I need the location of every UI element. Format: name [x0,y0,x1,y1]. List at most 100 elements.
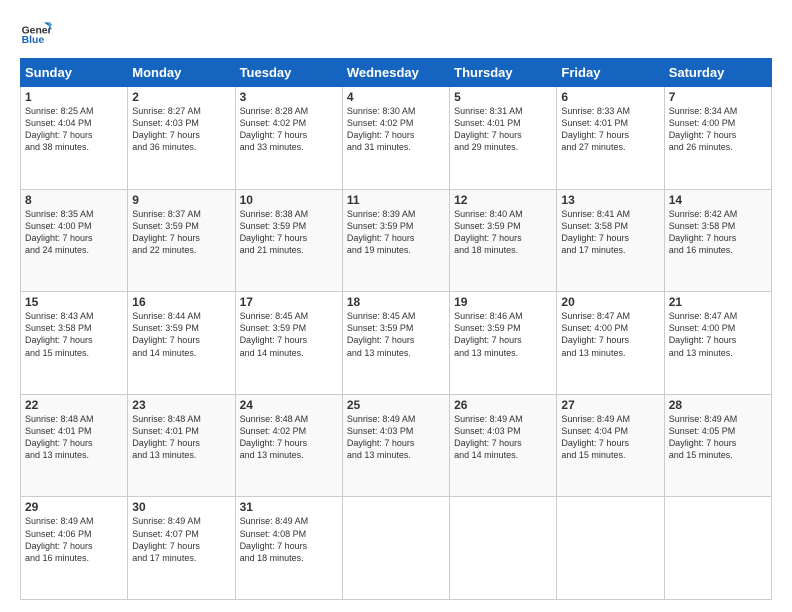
col-header-friday: Friday [557,59,664,87]
calendar-cell: 3Sunrise: 8:28 AM Sunset: 4:02 PM Daylig… [235,87,342,190]
day-info: Sunrise: 8:27 AM Sunset: 4:03 PM Dayligh… [132,105,230,154]
day-info: Sunrise: 8:49 AM Sunset: 4:07 PM Dayligh… [132,515,230,564]
day-info: Sunrise: 8:28 AM Sunset: 4:02 PM Dayligh… [240,105,338,154]
day-number: 10 [240,193,338,207]
day-number: 8 [25,193,123,207]
calendar-cell [450,497,557,600]
week-row-1: 1Sunrise: 8:25 AM Sunset: 4:04 PM Daylig… [21,87,772,190]
week-row-4: 22 Sunrise: 8:48 AM Sunset: 4:01 PM Dayli… [21,394,772,497]
col-header-wednesday: Wednesday [342,59,449,87]
day-number: 16 [132,295,230,309]
day-info: Sunrise: 8:25 AM Sunset: 4:04 PM Dayligh… [25,105,123,154]
day-info: Sunrise: 8:34 AM Sunset: 4:00 PM Dayligh… [669,105,767,154]
day-info: Sunrise: 8:38 AM Sunset: 3:59 PM Dayligh… [240,208,338,257]
day-info: Sunrise: 8:45 AM Sunset: 3:59 PM Dayligh… [240,310,338,359]
day-info: Sunrise: 8:46 AM Sunset: 3:59 PM Dayligh… [454,310,552,359]
day-info: Sunrise: 8:33 AM Sunset: 4:01 PM Dayligh… [561,105,659,154]
day-info: Sunrise: 8:31 AM Sunset: 4:01 PM Dayligh… [454,105,552,154]
day-number: 20 [561,295,659,309]
calendar-table: SundayMondayTuesdayWednesdayThursdayFrid… [20,58,772,600]
calendar-cell: 16Sunrise: 8:44 AM Sunset: 3:59 PM Dayli… [128,292,235,395]
week-row-3: 15Sunrise: 8:43 AM Sunset: 3:58 PM Dayli… [21,292,772,395]
day-number: 30 [132,500,230,514]
day-info: Sunrise: 8:49 AM Sunset: 4:05 PM Dayligh… [669,413,767,462]
calendar-cell: 10Sunrise: 8:38 AM Sunset: 3:59 PM Dayli… [235,189,342,292]
calendar-cell: 7Sunrise: 8:34 AM Sunset: 4:00 PM Daylig… [664,87,771,190]
day-number: 14 [669,193,767,207]
calendar-cell: 2Sunrise: 8:27 AM Sunset: 4:03 PM Daylig… [128,87,235,190]
day-number: 23 [132,398,230,412]
calendar-cell: 11Sunrise: 8:39 AM Sunset: 3:59 PM Dayli… [342,189,449,292]
header: General Blue [20,16,772,48]
day-number: 28 [669,398,767,412]
day-number: 25 [347,398,445,412]
day-number: 2 [132,90,230,104]
day-number: 12 [454,193,552,207]
day-info: Sunrise: 8:42 AM Sunset: 3:58 PM Dayligh… [669,208,767,257]
week-row-2: 8Sunrise: 8:35 AM Sunset: 4:00 PM Daylig… [21,189,772,292]
day-info: Sunrise: 8:47 AM Sunset: 4:00 PM Dayligh… [669,310,767,359]
calendar-cell: 4Sunrise: 8:30 AM Sunset: 4:02 PM Daylig… [342,87,449,190]
calendar-cell: 6Sunrise: 8:33 AM Sunset: 4:01 PM Daylig… [557,87,664,190]
calendar-cell: 22Sunrise: 8:48 AM Sunset: 4:01 PM Dayli… [21,394,128,497]
calendar-cell: 17Sunrise: 8:45 AM Sunset: 3:59 PM Dayli… [235,292,342,395]
calendar-cell: 12Sunrise: 8:40 AM Sunset: 3:59 PM Dayli… [450,189,557,292]
day-number: 9 [132,193,230,207]
calendar-cell: 5Sunrise: 8:31 AM Sunset: 4:01 PM Daylig… [450,87,557,190]
col-header-thursday: Thursday [450,59,557,87]
day-number: 3 [240,90,338,104]
day-number: 21 [669,295,767,309]
svg-text:Blue: Blue [22,35,45,46]
day-info: Sunrise: 8:43 AM Sunset: 3:58 PM Dayligh… [25,310,123,359]
calendar-header-row: SundayMondayTuesdayWednesdayThursdayFrid… [21,59,772,87]
calendar-cell: 19Sunrise: 8:46 AM Sunset: 3:59 PM Dayli… [450,292,557,395]
calendar-cell: 31Sunrise: 8:49 AM Sunset: 4:08 PM Dayli… [235,497,342,600]
logo: General Blue [20,16,56,48]
calendar-cell: 26Sunrise: 8:49 AM Sunset: 4:03 PM Dayli… [450,394,557,497]
day-number: 22 [25,398,123,412]
calendar-cell: 30Sunrise: 8:49 AM Sunset: 4:07 PM Dayli… [128,497,235,600]
calendar-cell: 8Sunrise: 8:35 AM Sunset: 4:00 PM Daylig… [21,189,128,292]
page: General Blue SundayMondayTuesdayWednesda… [0,0,792,612]
day-info: Sunrise: 8:49 AM Sunset: 4:03 PM Dayligh… [347,413,445,462]
day-info: Sunrise: 8:45 AM Sunset: 3:59 PM Dayligh… [347,310,445,359]
day-info: Sunrise: 8:49 AM Sunset: 4:03 PM Dayligh… [454,413,552,462]
day-number: 26 [454,398,552,412]
day-info: Sunrise: 8:47 AM Sunset: 4:00 PM Dayligh… [561,310,659,359]
day-number: 6 [561,90,659,104]
week-row-5: 29Sunrise: 8:49 AM Sunset: 4:06 PM Dayli… [21,497,772,600]
calendar-cell: 1Sunrise: 8:25 AM Sunset: 4:04 PM Daylig… [21,87,128,190]
col-header-monday: Monday [128,59,235,87]
calendar-cell [557,497,664,600]
col-header-tuesday: Tuesday [235,59,342,87]
col-header-sunday: Sunday [21,59,128,87]
day-number: 31 [240,500,338,514]
day-info: Sunrise: 8:49 AM Sunset: 4:08 PM Dayligh… [240,515,338,564]
calendar-cell: 27Sunrise: 8:49 AM Sunset: 4:04 PM Dayli… [557,394,664,497]
calendar-cell [342,497,449,600]
calendar-cell [664,497,771,600]
day-info: Sunrise: 8:49 AM Sunset: 4:06 PM Dayligh… [25,515,123,564]
day-number: 17 [240,295,338,309]
calendar-cell: 29Sunrise: 8:49 AM Sunset: 4:06 PM Dayli… [21,497,128,600]
calendar-cell: 9Sunrise: 8:37 AM Sunset: 3:59 PM Daylig… [128,189,235,292]
calendar-cell: 14Sunrise: 8:42 AM Sunset: 3:58 PM Dayli… [664,189,771,292]
calendar-cell: 28Sunrise: 8:49 AM Sunset: 4:05 PM Dayli… [664,394,771,497]
calendar-cell: 21Sunrise: 8:47 AM Sunset: 4:00 PM Dayli… [664,292,771,395]
logo-icon: General Blue [20,16,52,48]
day-info: Sunrise: 8:41 AM Sunset: 3:58 PM Dayligh… [561,208,659,257]
day-info: Sunrise: 8:48 AM Sunset: 4:01 PM Dayligh… [132,413,230,462]
day-info: Sunrise: 8:49 AM Sunset: 4:04 PM Dayligh… [561,413,659,462]
day-number: 4 [347,90,445,104]
day-number: 13 [561,193,659,207]
calendar-cell: 25Sunrise: 8:49 AM Sunset: 4:03 PM Dayli… [342,394,449,497]
day-number: 5 [454,90,552,104]
day-number: 19 [454,295,552,309]
calendar-body: 1Sunrise: 8:25 AM Sunset: 4:04 PM Daylig… [21,87,772,600]
day-number: 24 [240,398,338,412]
day-info: Sunrise: 8:44 AM Sunset: 3:59 PM Dayligh… [132,310,230,359]
day-number: 7 [669,90,767,104]
calendar-cell: 18Sunrise: 8:45 AM Sunset: 3:59 PM Dayli… [342,292,449,395]
calendar-cell: 20Sunrise: 8:47 AM Sunset: 4:00 PM Dayli… [557,292,664,395]
day-info: Sunrise: 8:35 AM Sunset: 4:00 PM Dayligh… [25,208,123,257]
